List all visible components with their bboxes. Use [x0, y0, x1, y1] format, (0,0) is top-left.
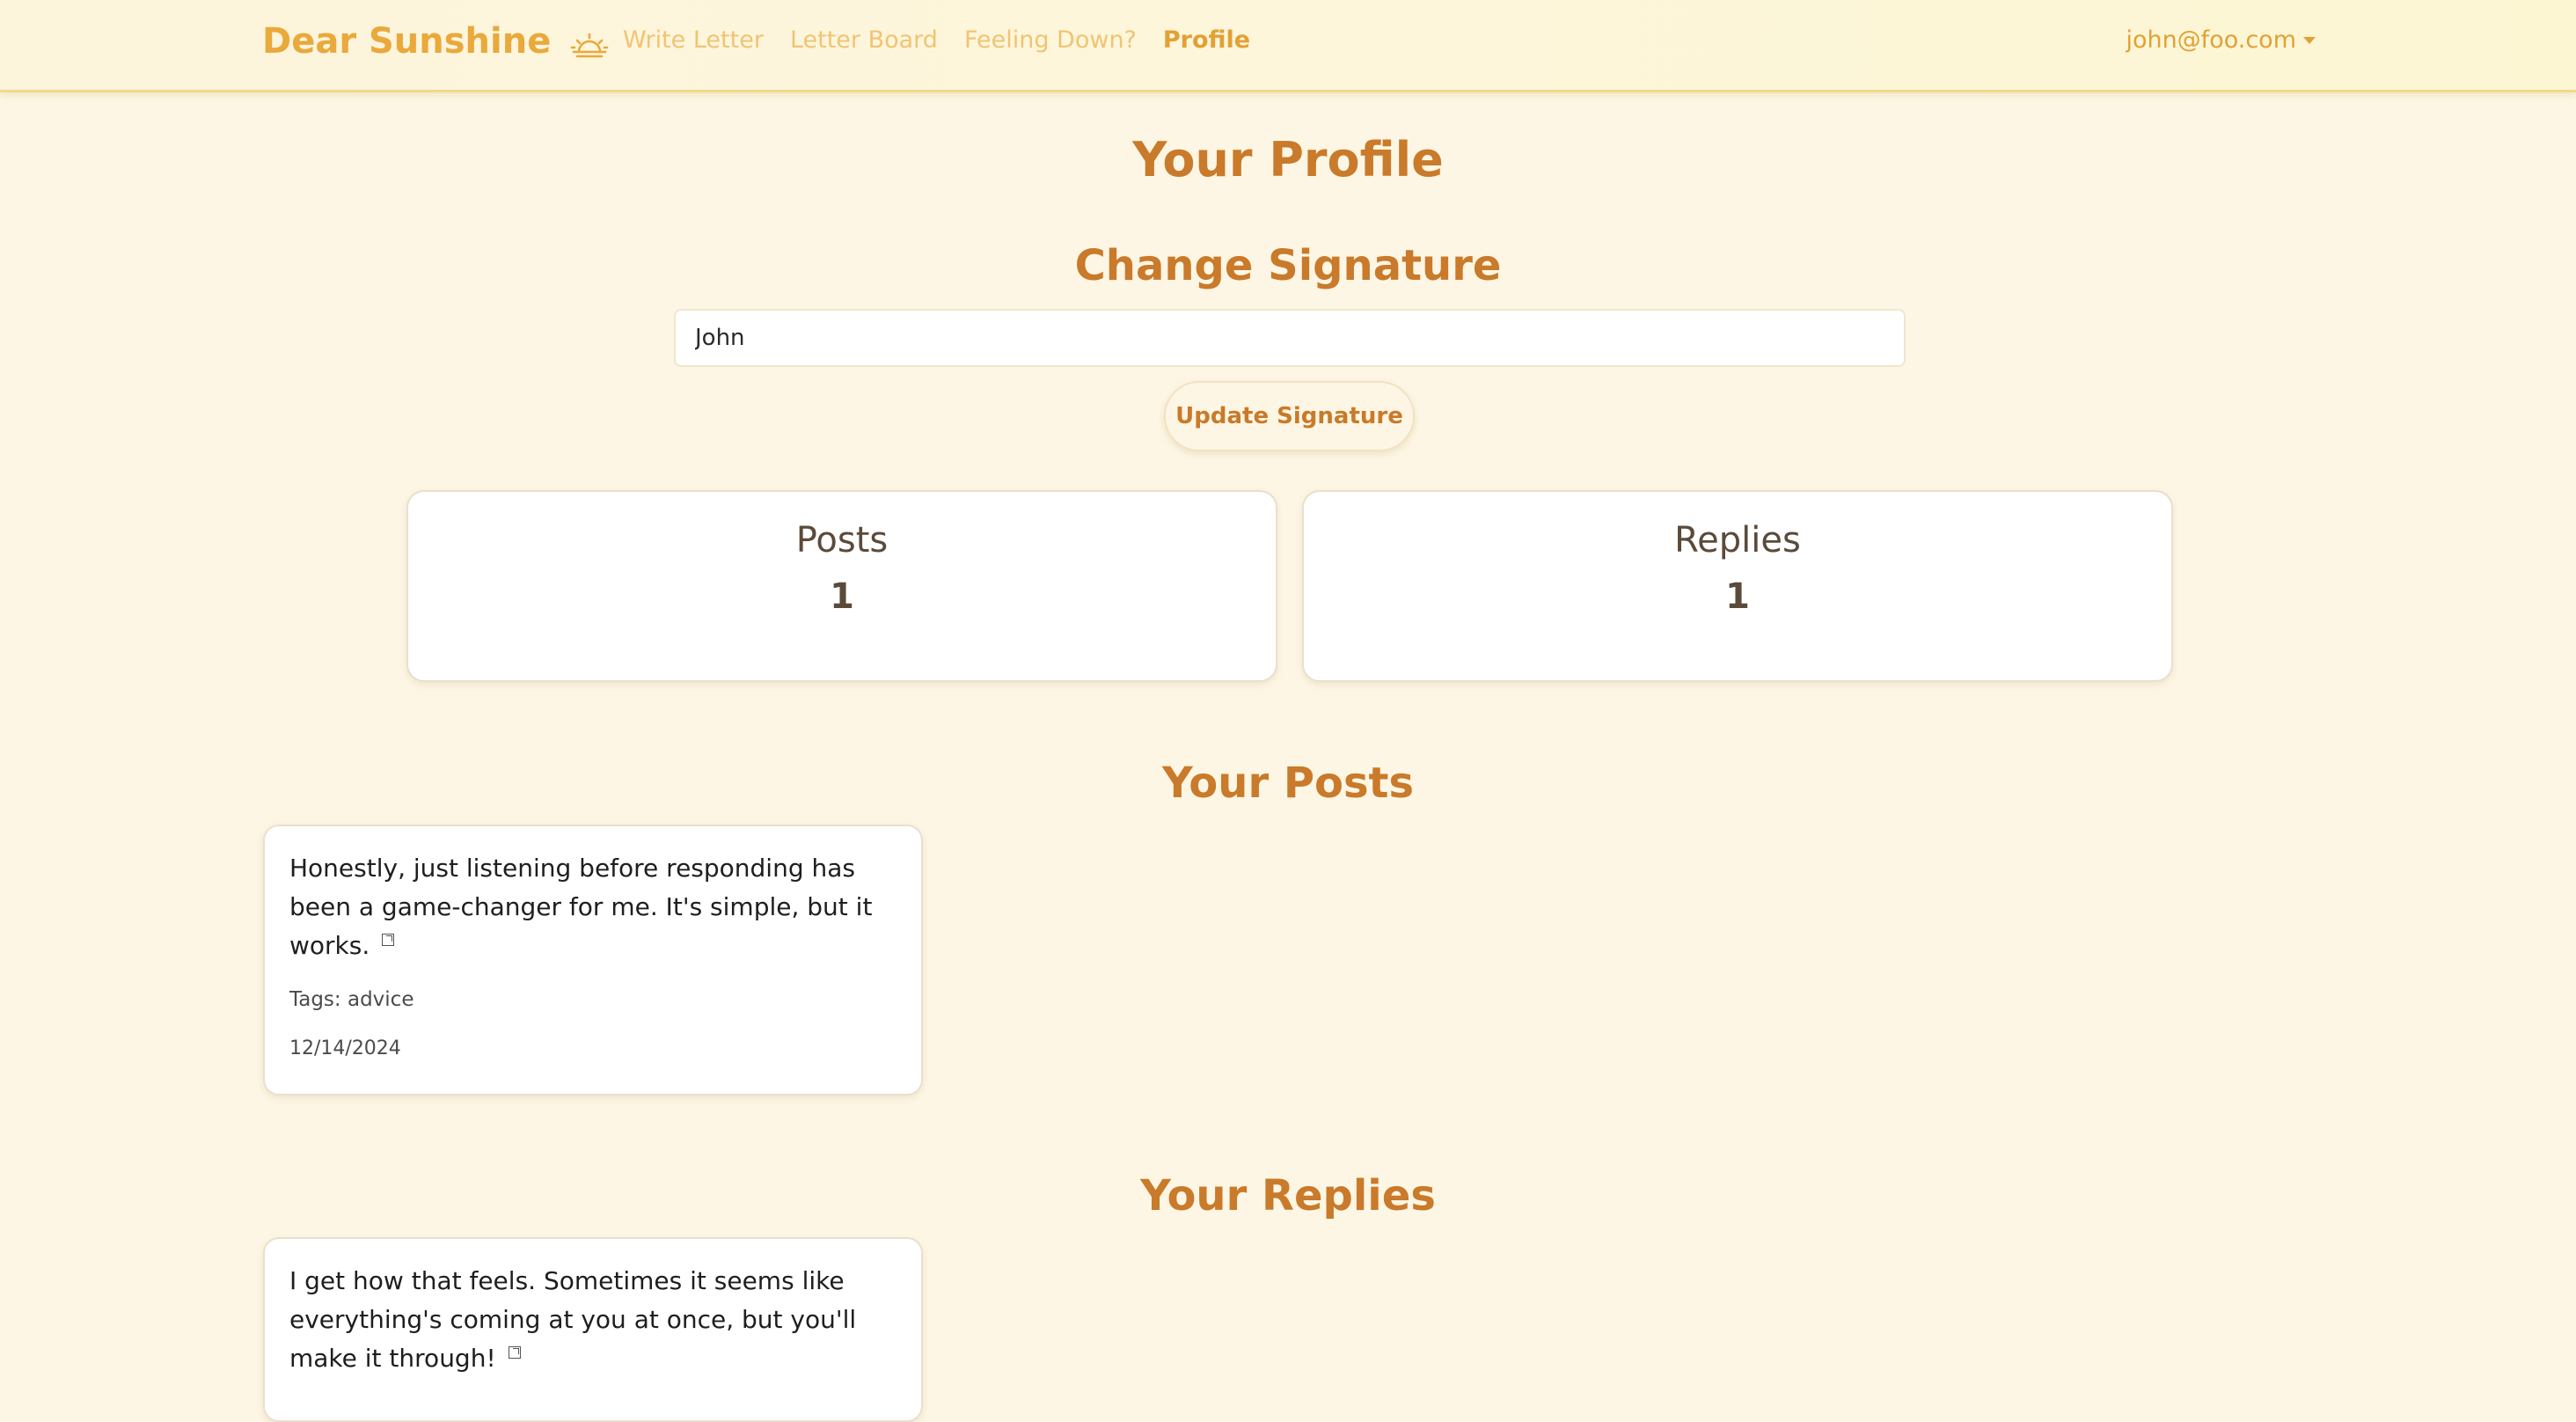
brand-link[interactable]: Dear Sunshine	[262, 21, 609, 62]
reply-card: I get how that feels. Sometimes it seems…	[263, 1237, 923, 1422]
post-tags: Tags: advice	[289, 988, 414, 1011]
replies-stat-label: Replies	[1674, 520, 1801, 561]
signature-input[interactable]	[674, 309, 1906, 367]
replies-stat-value: 1	[1725, 576, 1750, 617]
page-title: Your Profile	[1132, 132, 1444, 187]
posts-stat-value: 1	[830, 576, 854, 617]
user-email: john@foo.com	[2126, 26, 2296, 54]
post-text-content: Honestly, just listening before respondi…	[289, 854, 873, 960]
nav-link-write-letter[interactable]: Write Letter	[623, 26, 764, 54]
reply-text: I get how that feels. Sometimes it seems…	[289, 1262, 896, 1378]
post-card: Honestly, just listening before respondi…	[263, 825, 923, 1096]
nav-link-letter-board[interactable]: Letter Board	[790, 26, 938, 54]
posts-stat-label: Posts	[795, 520, 889, 561]
post-date: 12/14/2024	[289, 1037, 401, 1059]
caret-down-icon	[2303, 36, 2316, 44]
nav-link-feeling-down[interactable]: Feeling Down?	[964, 26, 1137, 54]
your-posts-heading: Your Posts	[1161, 759, 1415, 808]
external-link-icon[interactable]	[382, 934, 395, 946]
nav-links: Write Letter Letter Board Feeling Down? …	[623, 26, 1250, 54]
posts-stat-card: Posts 1	[406, 490, 1277, 682]
reply-text-content: I get how that feels. Sometimes it seems…	[289, 1266, 857, 1373]
external-link-icon[interactable]	[508, 1346, 521, 1359]
update-signature-button[interactable]: Update Signature	[1164, 381, 1415, 451]
top-navbar: Dear Sunshine Write Letter Letter Board …	[0, 0, 2576, 92]
user-menu-dropdown[interactable]: john@foo.com	[2126, 26, 2316, 54]
change-signature-heading: Change Signature	[1074, 241, 1502, 290]
brand-name: Dear Sunshine	[262, 21, 552, 62]
replies-stat-card: Replies 1	[1302, 490, 2173, 682]
sunrise-icon	[570, 27, 609, 58]
your-replies-heading: Your Replies	[1140, 1171, 1436, 1220]
post-text: Honestly, just listening before respondi…	[289, 849, 896, 965]
nav-link-profile[interactable]: Profile	[1163, 26, 1250, 54]
